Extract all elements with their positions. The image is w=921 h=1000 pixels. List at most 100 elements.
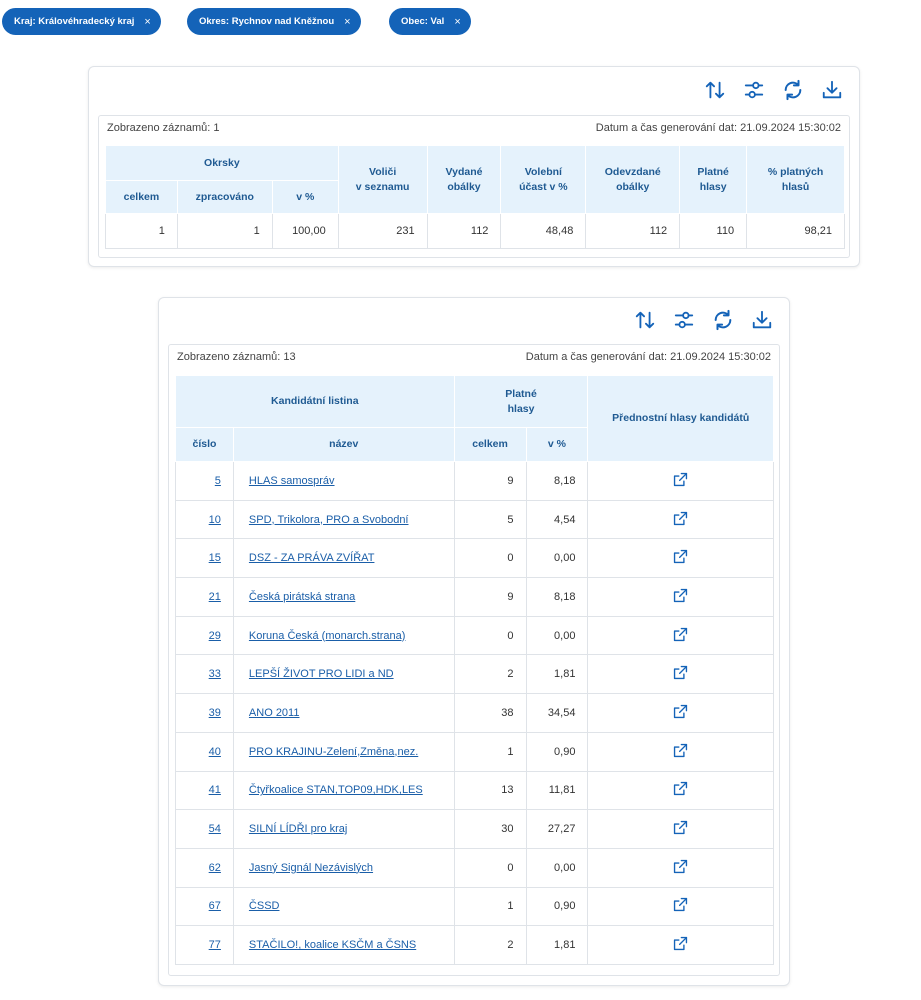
external-link-icon[interactable] (672, 587, 689, 604)
download-icon[interactable] (749, 307, 775, 333)
external-link-icon[interactable] (672, 703, 689, 720)
table-row: 54 SILNÍ LÍDŘI pro kraj 30 27,27 (175, 809, 774, 849)
cell-prednostni (587, 538, 774, 579)
cell-nazev: HLAS samospráv (232, 461, 455, 501)
party-name-link[interactable]: STAČILO!, koalice KSČM a ČSNS (249, 939, 416, 951)
party-name-link[interactable]: Koruna Česká (monarch.strana) (249, 630, 406, 642)
cell-cislo: 33 (175, 654, 234, 695)
party-name-link[interactable]: Čtyřkoalice STAN,TOP09,HDK,LES (249, 784, 423, 796)
generated-at: Datum a čas generování dat: 21.09.2024 1… (525, 351, 771, 363)
external-link-icon[interactable] (672, 858, 689, 875)
external-link-icon[interactable] (672, 780, 689, 797)
refresh-icon[interactable] (780, 77, 806, 103)
cell-nazev: ČSSD (232, 886, 455, 927)
header-line: Platné (697, 165, 729, 178)
party-name-link[interactable]: HLAS samospráv (249, 475, 335, 487)
party-number-link[interactable]: 10 (209, 514, 221, 526)
cell-v-pct: 0,90 (525, 731, 589, 772)
close-icon[interactable]: × (454, 16, 460, 28)
cell-nazev: Koruna Česká (monarch.strana) (232, 615, 455, 656)
party-name-link[interactable]: PRO KRAJINU-Zelení,Změna,nez. (249, 746, 418, 758)
header-celkem: celkem (453, 427, 527, 462)
filter-settings-icon[interactable] (671, 307, 697, 333)
table-row: 21 Česká pirátská strana 9 8,18 (175, 577, 774, 617)
party-number-link[interactable]: 39 (209, 707, 221, 719)
close-icon[interactable]: × (144, 16, 150, 28)
party-name-link[interactable]: Česká pirátská strana (249, 591, 355, 603)
close-icon[interactable]: × (344, 16, 350, 28)
external-link-icon[interactable] (672, 626, 689, 643)
filter-chip-okres[interactable]: Okres: Rychnov nad Kněžnou × (187, 8, 361, 35)
filter-settings-icon[interactable] (741, 77, 767, 103)
external-link-icon[interactable] (672, 935, 689, 952)
party-number-link[interactable]: 62 (209, 862, 221, 874)
filter-chip-obec[interactable]: Obec: Val × (389, 8, 471, 35)
cell-v-pct: 11,81 (525, 770, 589, 811)
party-number-link[interactable]: 33 (209, 668, 221, 680)
table-row: 33 LEPŠÍ ŽIVOT PRO LIDI a ND 2 1,81 (175, 654, 774, 695)
party-name-link[interactable]: SPD, Trikolora, PRO a Svobodní (249, 514, 409, 526)
records-count: Zobrazeno záznamů: 1 (107, 122, 220, 134)
header-okrsky: Okrsky (105, 145, 339, 181)
cell-v-pct: 34,54 (525, 693, 589, 733)
cell-v-pct: 0,00 (525, 538, 589, 579)
party-name-link[interactable]: ANO 2011 (249, 707, 300, 719)
sort-icon[interactable] (702, 77, 728, 103)
parties-toolbar (632, 307, 775, 333)
external-link-icon[interactable] (672, 742, 689, 759)
cell-platne: 110 (679, 213, 748, 249)
sort-icon[interactable] (632, 307, 658, 333)
party-name-link[interactable]: Jasný Signál Nezávislých (249, 862, 373, 874)
party-name-link[interactable]: SILNÍ LÍDŘI pro kraj (249, 823, 347, 835)
cell-prednostni (587, 615, 774, 656)
party-number-link[interactable]: 54 (209, 823, 221, 835)
header-line: hlasy (699, 180, 727, 193)
party-name-link[interactable]: ČSSD (249, 900, 280, 912)
party-number-link[interactable]: 5 (215, 475, 221, 487)
external-link-icon[interactable] (672, 896, 689, 913)
refresh-icon[interactable] (710, 307, 736, 333)
cell-celkem: 30 (453, 809, 527, 849)
cell-prednostni (587, 693, 774, 733)
party-number-link[interactable]: 15 (209, 552, 221, 564)
table-row: 62 Jasný Signál Nezávislých 0 0,00 (175, 847, 774, 888)
cell-celkem: 38 (453, 693, 527, 733)
cell-nazev: DSZ - ZA PRÁVA ZVÍŘAT (232, 538, 455, 579)
external-link-icon[interactable] (672, 510, 689, 527)
external-link-icon[interactable] (672, 471, 689, 488)
party-rows: 5 HLAS samospráv 9 8,18 10 SPD, Trikolora, PR… (175, 461, 774, 965)
party-number-link[interactable]: 77 (209, 939, 221, 951)
header-nazev: název (232, 427, 455, 462)
cell-v-pct: 4,54 (525, 499, 589, 540)
table-row: 10 SPD, Trikolora, PRO a Svobodní 5 4,54 (175, 499, 774, 540)
party-number-link[interactable]: 67 (209, 900, 221, 912)
cell-v-pct: 8,18 (525, 461, 589, 501)
cell-prednostni (587, 654, 774, 695)
header-platne-hlasy: Platné hlasy (453, 375, 589, 428)
party-number-link[interactable]: 21 (209, 591, 221, 603)
party-name-link[interactable]: DSZ - ZA PRÁVA ZVÍŘAT (249, 552, 375, 564)
party-name-link[interactable]: LEPŠÍ ŽIVOT PRO LIDI a ND (249, 668, 394, 680)
cell-nazev: Jasný Signál Nezávislých (232, 847, 455, 888)
cell-nazev: SPD, Trikolora, PRO a Svobodní (232, 499, 455, 540)
party-number-link[interactable]: 41 (209, 784, 221, 796)
external-link-icon[interactable] (672, 664, 689, 681)
header-line: Voliči (369, 165, 397, 178)
external-link-icon[interactable] (672, 819, 689, 836)
download-icon[interactable] (819, 77, 845, 103)
cell-celkem: 1 (105, 213, 178, 249)
external-link-icon[interactable] (672, 548, 689, 565)
parties-meta: Zobrazeno záznamů: 13 Datum a čas genero… (175, 351, 773, 363)
cell-prednostni (587, 577, 774, 617)
table-row: 5 HLAS samospráv 9 8,18 (175, 461, 774, 501)
party-number-link[interactable]: 40 (209, 746, 221, 758)
cell-celkem: 0 (453, 538, 527, 579)
table-row: 1 1 100,00 231 112 48,48 112 110 98,21 (105, 213, 845, 249)
party-number-link[interactable]: 29 (209, 630, 221, 642)
filter-chip-kraj[interactable]: Kraj: Královéhradecký kraj × (2, 8, 161, 35)
cell-v-pct: 8,18 (525, 577, 589, 617)
cell-nazev: SILNÍ LÍDŘI pro kraj (232, 809, 455, 849)
header-volici: Voliči v seznamu (337, 145, 428, 214)
header-line: účast v % (519, 180, 568, 193)
cell-celkem: 2 (453, 925, 527, 965)
